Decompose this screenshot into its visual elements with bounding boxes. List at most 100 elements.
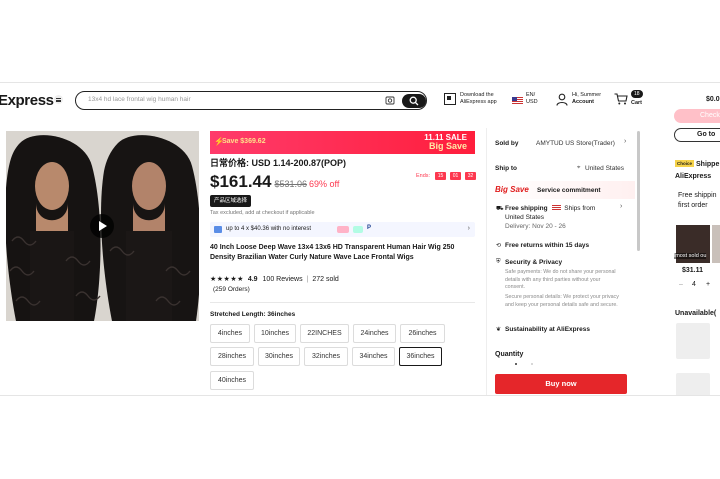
leaf-icon: ❦ <box>496 327 502 333</box>
store-name-link[interactable]: AMYTUD US Store(Trader) <box>536 140 615 147</box>
length-option[interactable]: 40inches <box>210 371 254 390</box>
almost-sold-out-label: lmost sold ou <box>674 253 707 259</box>
first-order-promo: first order <box>678 202 708 209</box>
free-shipping-promo: Free shippin <box>678 192 717 199</box>
sold-count: 272 sold <box>312 276 339 283</box>
ship-to-label: Ship to <box>495 165 518 172</box>
klarna-icon <box>337 226 349 233</box>
length-option[interactable]: 34inches <box>352 347 395 366</box>
go-to-cart-button[interactable]: Go to <box>674 128 720 142</box>
paypal-icon: P <box>367 225 372 231</box>
length-option-selected[interactable]: 36inches <box>399 347 442 366</box>
quantity-decrease-button[interactable] <box>515 363 517 365</box>
length-option[interactable]: 26inches <box>400 324 445 343</box>
shipping-info: Free shipping Ships from United States D… <box>505 204 620 231</box>
save-amount: Save $369.62 <box>222 138 266 145</box>
service-commitment-label: Service commitment <box>537 187 601 194</box>
us-flag-icon <box>512 97 523 104</box>
star-rating-icon: ★★★★★ <box>210 276 244 283</box>
user-icon <box>556 93 568 106</box>
ship-to-value[interactable]: United States <box>585 165 624 172</box>
search-input[interactable]: 13x4 hd lace frontal wig human hair <box>88 96 191 103</box>
free-returns-label: Free returns within 15 days <box>505 242 590 249</box>
timer-hours: 15 <box>435 172 446 180</box>
chevron-right-icon[interactable]: › <box>620 203 622 210</box>
price-row: $161.44 $531.06 69% off <box>210 172 339 192</box>
length-option[interactable]: 24inches <box>353 324 396 343</box>
sidebar-scrollbar[interactable] <box>637 131 640 251</box>
ships-from-label: Ships from <box>564 205 596 212</box>
rating-row: ★★★★★ 4.9 100 Reviews | 272 sold <box>210 275 339 283</box>
menu-icon[interactable] <box>54 95 63 104</box>
free-returns: Free returns within 15 days <box>505 241 589 250</box>
daily-price: 日常价格: USD 1.14-200.87(POP) <box>210 158 347 168</box>
aliexpress-label: AliExpress <box>675 173 712 180</box>
original-price: $531.06 <box>274 179 307 189</box>
length-option[interactable]: 22INCHES <box>300 324 349 343</box>
column-divider <box>486 128 487 395</box>
card-icon <box>214 226 222 233</box>
cart-total: $0.0 <box>706 96 720 103</box>
greeting: Hi, Summer <box>572 92 602 98</box>
unavailable-item-image[interactable] <box>676 373 710 395</box>
chevron-right-icon[interactable]: › <box>624 138 626 145</box>
aliexpress-logo[interactable]: Express <box>0 92 54 109</box>
checkout-button[interactable]: Check <box>674 109 720 123</box>
app-line1: Download the <box>460 92 494 98</box>
security-privacy: Security & Privacy <box>505 258 562 267</box>
qty-minus-button[interactable]: – <box>679 281 683 288</box>
reviews-link[interactable]: 100 Reviews <box>263 276 303 283</box>
length-option[interactable]: 30inches <box>258 347 300 366</box>
product-main-image[interactable] <box>6 131 199 321</box>
installments-text: up to 4 x $40.36 with no interest <box>226 226 312 232</box>
installments-bar[interactable]: up to 4 x $40.36 with no interest P › <box>210 222 475 237</box>
length-option[interactable]: 4inches <box>210 324 250 343</box>
current-price: $161.44 <box>210 172 272 191</box>
lang-label: EN/ <box>526 92 536 98</box>
delivery-estimate: Delivery: Nov 20 - 26 <box>505 223 566 230</box>
qty-plus-button[interactable]: + <box>706 281 710 288</box>
shipped-label: Shippe <box>696 161 720 168</box>
return-icon: ⟲ <box>496 243 502 249</box>
cart-item-price: $31.11 <box>682 267 704 274</box>
search-icon <box>409 96 419 106</box>
length-option[interactable]: 32inches <box>304 347 348 366</box>
qr-code-icon <box>444 93 456 105</box>
currency-label: USD <box>526 99 538 105</box>
camera-search-icon[interactable] <box>385 96 395 105</box>
quantity-label: Quantity <box>495 351 524 358</box>
region-badge[interactable]: 产品区域选择 <box>210 195 252 207</box>
chevron-right-icon: › <box>467 225 470 232</box>
rating-value: 4.9 <box>247 276 258 283</box>
ends-label: Ends: <box>416 173 431 179</box>
us-flag-icon <box>552 205 562 212</box>
sustainability-label: Sustainability at AliExpress <box>505 326 591 333</box>
length-option[interactable]: 10inches <box>254 324 296 343</box>
browser-viewport: Express 13x4 hd lace frontal wig human h… <box>0 82 720 396</box>
quantity-increase-button[interactable] <box>531 363 533 365</box>
search-button[interactable] <box>402 94 426 108</box>
orders-count: (259 Orders) <box>213 286 250 293</box>
unavailable-label: Unavailable( <box>675 310 717 317</box>
big-save-label: Big Save <box>495 185 529 194</box>
afterpay-icon <box>353 226 363 233</box>
cart-count-badge: 18 <box>631 90 643 98</box>
account-label: Account <box>572 99 594 105</box>
truck-icon: ⛟ <box>496 206 504 212</box>
shield-icon: ⛨ <box>496 259 501 265</box>
length-option[interactable]: 28inches <box>210 347 254 366</box>
ships-from-country: United States <box>505 214 545 221</box>
video-play-button[interactable] <box>90 214 114 238</box>
search-bar[interactable]: 13x4 hd lace frontal wig human hair <box>75 91 427 110</box>
free-shipping-label: Free shipping <box>505 205 548 212</box>
buy-now-button[interactable]: Buy now <box>495 374 627 394</box>
unavailable-item-image[interactable] <box>676 323 710 359</box>
app-line2: AliExpress app <box>460 99 497 105</box>
sale-banner: ⚡ Save $369.62 11.11 SALE Big Save <box>210 131 475 154</box>
secure-details-text: Secure personal details: We protect your… <box>505 294 619 308</box>
cart-item-thumbnail[interactable] <box>712 225 720 263</box>
sustainability-link[interactable]: Sustainability at AliExpress <box>505 325 590 334</box>
sold-by-label: Sold by <box>495 140 519 147</box>
choice-badge: Choice <box>675 160 695 167</box>
discount-percent: 69% off <box>309 179 340 189</box>
